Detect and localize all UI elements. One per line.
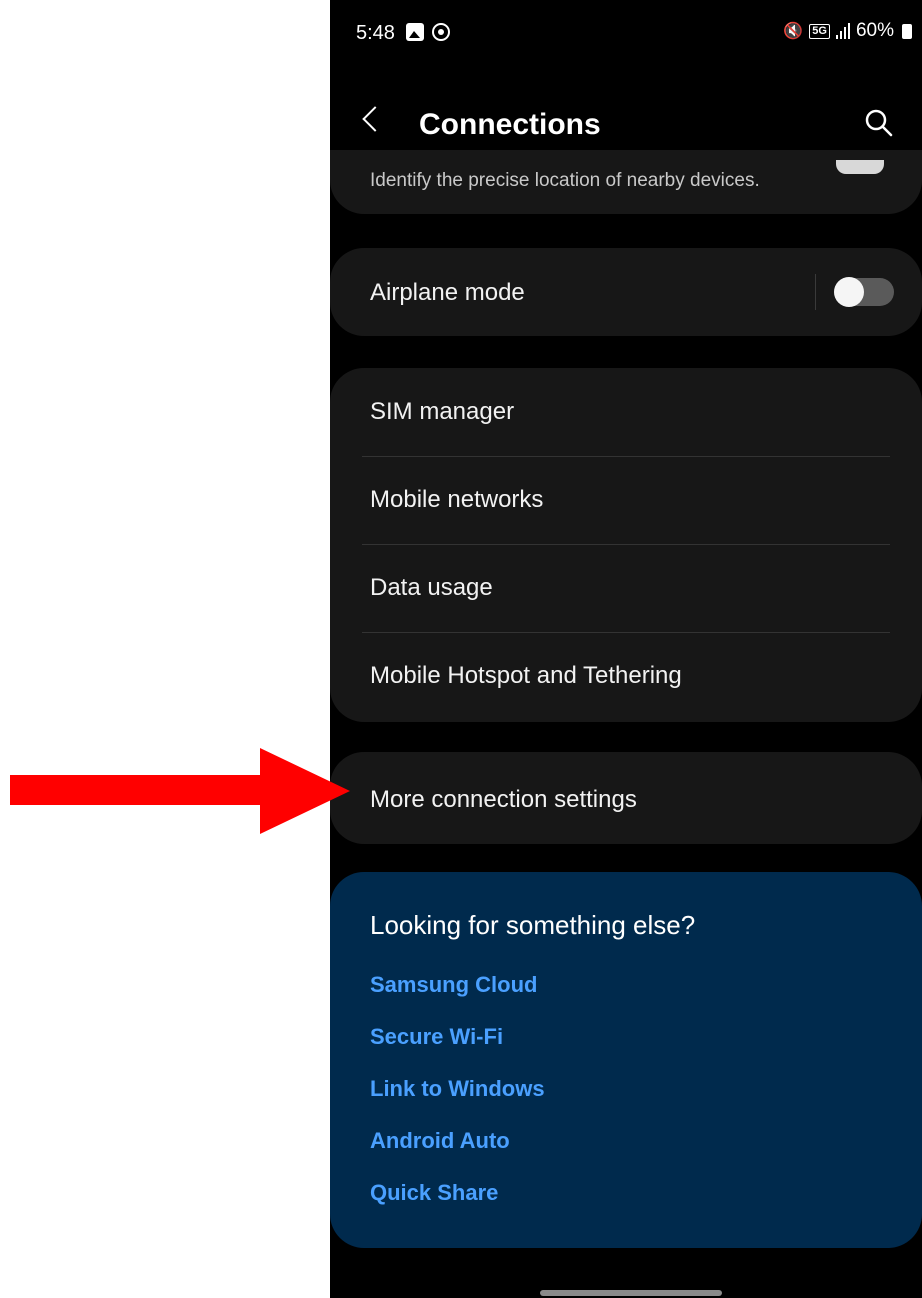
suggestions-card: Looking for something else? Samsung Clou… — [330, 872, 922, 1248]
status-bar: 5:48 🔇 5G 60% — [330, 0, 922, 70]
home-indicator[interactable] — [540, 1290, 722, 1296]
chevron-left-icon[interactable] — [362, 106, 388, 132]
samsung-cloud-link[interactable]: Samsung Cloud — [370, 972, 537, 998]
hotspot-tethering-item[interactable]: Mobile Hotspot and Tethering — [330, 632, 922, 720]
network-settings-group: SIM manager Mobile networks Data usage M… — [330, 368, 922, 722]
toggle-knob — [834, 277, 864, 307]
mobile-networks-item[interactable]: Mobile networks — [330, 456, 922, 544]
battery-percent: 60% — [855, 20, 894, 41]
hotspot-tethering-label: Mobile Hotspot and Tethering — [370, 662, 682, 689]
status-right-icons: 🔇 5G 60% — [783, 20, 912, 42]
more-connection-settings-label: More connection settings — [370, 786, 637, 813]
android-auto-link[interactable]: Android Auto — [370, 1128, 510, 1154]
signal-icon — [835, 23, 850, 39]
phone-screen: 5:48 🔇 5G 60% Connections Identify the p… — [330, 0, 922, 1298]
data-usage-label: Data usage — [370, 574, 493, 601]
quick-share-link[interactable]: Quick Share — [370, 1180, 498, 1206]
sim-manager-label: SIM manager — [370, 398, 515, 425]
gallery-icon — [406, 23, 424, 41]
status-left-icons — [406, 22, 450, 41]
mute-icon: 🔇 — [783, 23, 804, 40]
secure-wifi-link[interactable]: Secure Wi-Fi — [370, 1024, 503, 1050]
airplane-mode-toggle[interactable] — [834, 277, 894, 307]
battery-icon — [902, 23, 912, 39]
search-icon[interactable] — [864, 108, 894, 138]
page-title: Connections — [419, 108, 601, 141]
toggle-divider — [815, 274, 816, 310]
nearby-devices-toggle[interactable] — [836, 160, 884, 174]
radio-icon — [432, 23, 450, 41]
5g-icon: 5G — [809, 23, 830, 39]
mobile-networks-label: Mobile networks — [370, 486, 544, 513]
airplane-mode-item[interactable]: Airplane mode — [330, 248, 922, 336]
suggestions-title: Looking for something else? — [370, 910, 696, 940]
data-usage-item[interactable]: Data usage — [330, 544, 922, 632]
more-connection-settings-item[interactable]: More connection settings — [330, 752, 922, 844]
status-time: 5:48 — [356, 22, 395, 44]
airplane-mode-label: Airplane mode — [370, 279, 525, 306]
nearby-devices-item[interactable]: Identify the precise location of nearby … — [330, 150, 922, 214]
red-arrow-annotation — [10, 748, 350, 834]
sim-manager-item[interactable]: SIM manager — [330, 368, 922, 456]
link-to-windows-link[interactable]: Link to Windows — [370, 1076, 545, 1102]
nearby-devices-description: Identify the precise location of nearby … — [370, 170, 760, 191]
